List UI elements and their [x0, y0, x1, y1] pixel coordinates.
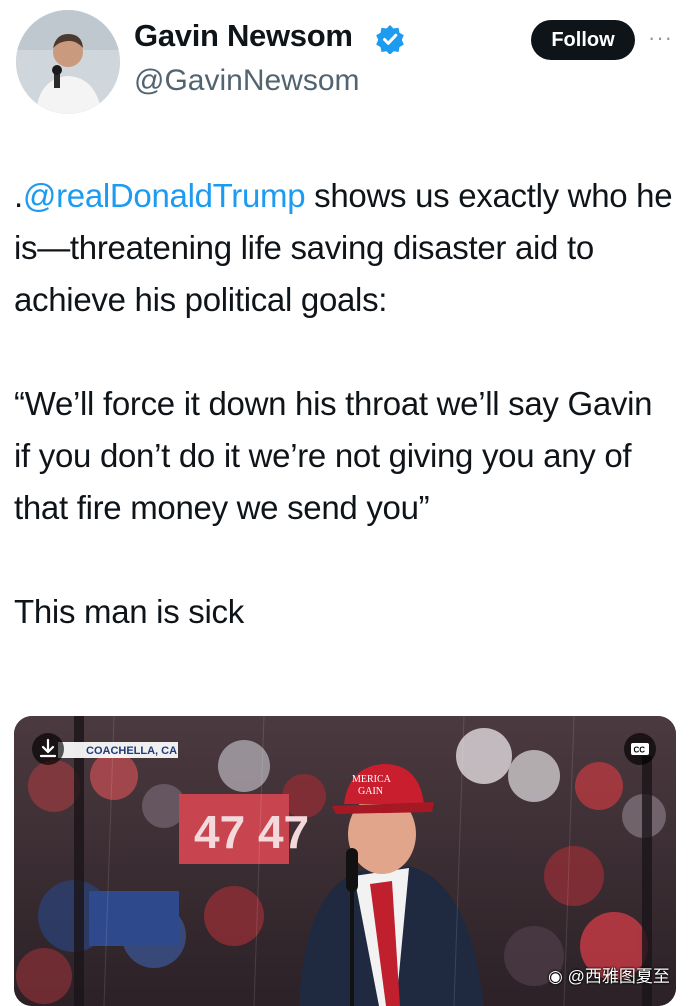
tweet-text: .@realDonaldTrump shows us exactly who h…	[14, 170, 674, 690]
tweet-paragraph-1: .@realDonaldTrump shows us exactly who h…	[14, 170, 674, 326]
avatar[interactable]	[16, 10, 120, 114]
user-handle[interactable]: @GavinNewsom	[134, 64, 360, 98]
closed-captions-icon[interactable]: CC	[624, 733, 656, 765]
tweet-quote: “We’ll force it down his throat we’ll sa…	[14, 385, 653, 526]
svg-text:GAIN: GAIN	[358, 786, 383, 797]
svg-text:CC: CC	[634, 746, 646, 755]
display-name[interactable]: Gavin Newsom	[134, 18, 353, 54]
tweet-prefix: .	[14, 177, 23, 214]
tweet-paragraph-3: This man is sick	[14, 593, 244, 630]
weibo-watermark: ◉ @西雅图夏至	[548, 962, 670, 987]
weibo-icon: ◉	[548, 967, 563, 986]
download-icon[interactable]	[32, 733, 64, 765]
more-options-icon[interactable]: ···	[648, 27, 678, 49]
sign-text: 47 47	[194, 806, 309, 858]
mention-link[interactable]: @realDonaldTrump	[23, 177, 306, 214]
watermark-text: @西雅图夏至	[567, 967, 670, 986]
verified-badge-icon	[375, 24, 405, 55]
hat-text: MERICA	[352, 774, 392, 785]
tweet-header: Gavin Newsom @GavinNewsom Follow ···	[0, 0, 690, 130]
location-label: COACHELLA, CA	[86, 745, 177, 757]
follow-button[interactable]: Follow	[531, 20, 635, 60]
